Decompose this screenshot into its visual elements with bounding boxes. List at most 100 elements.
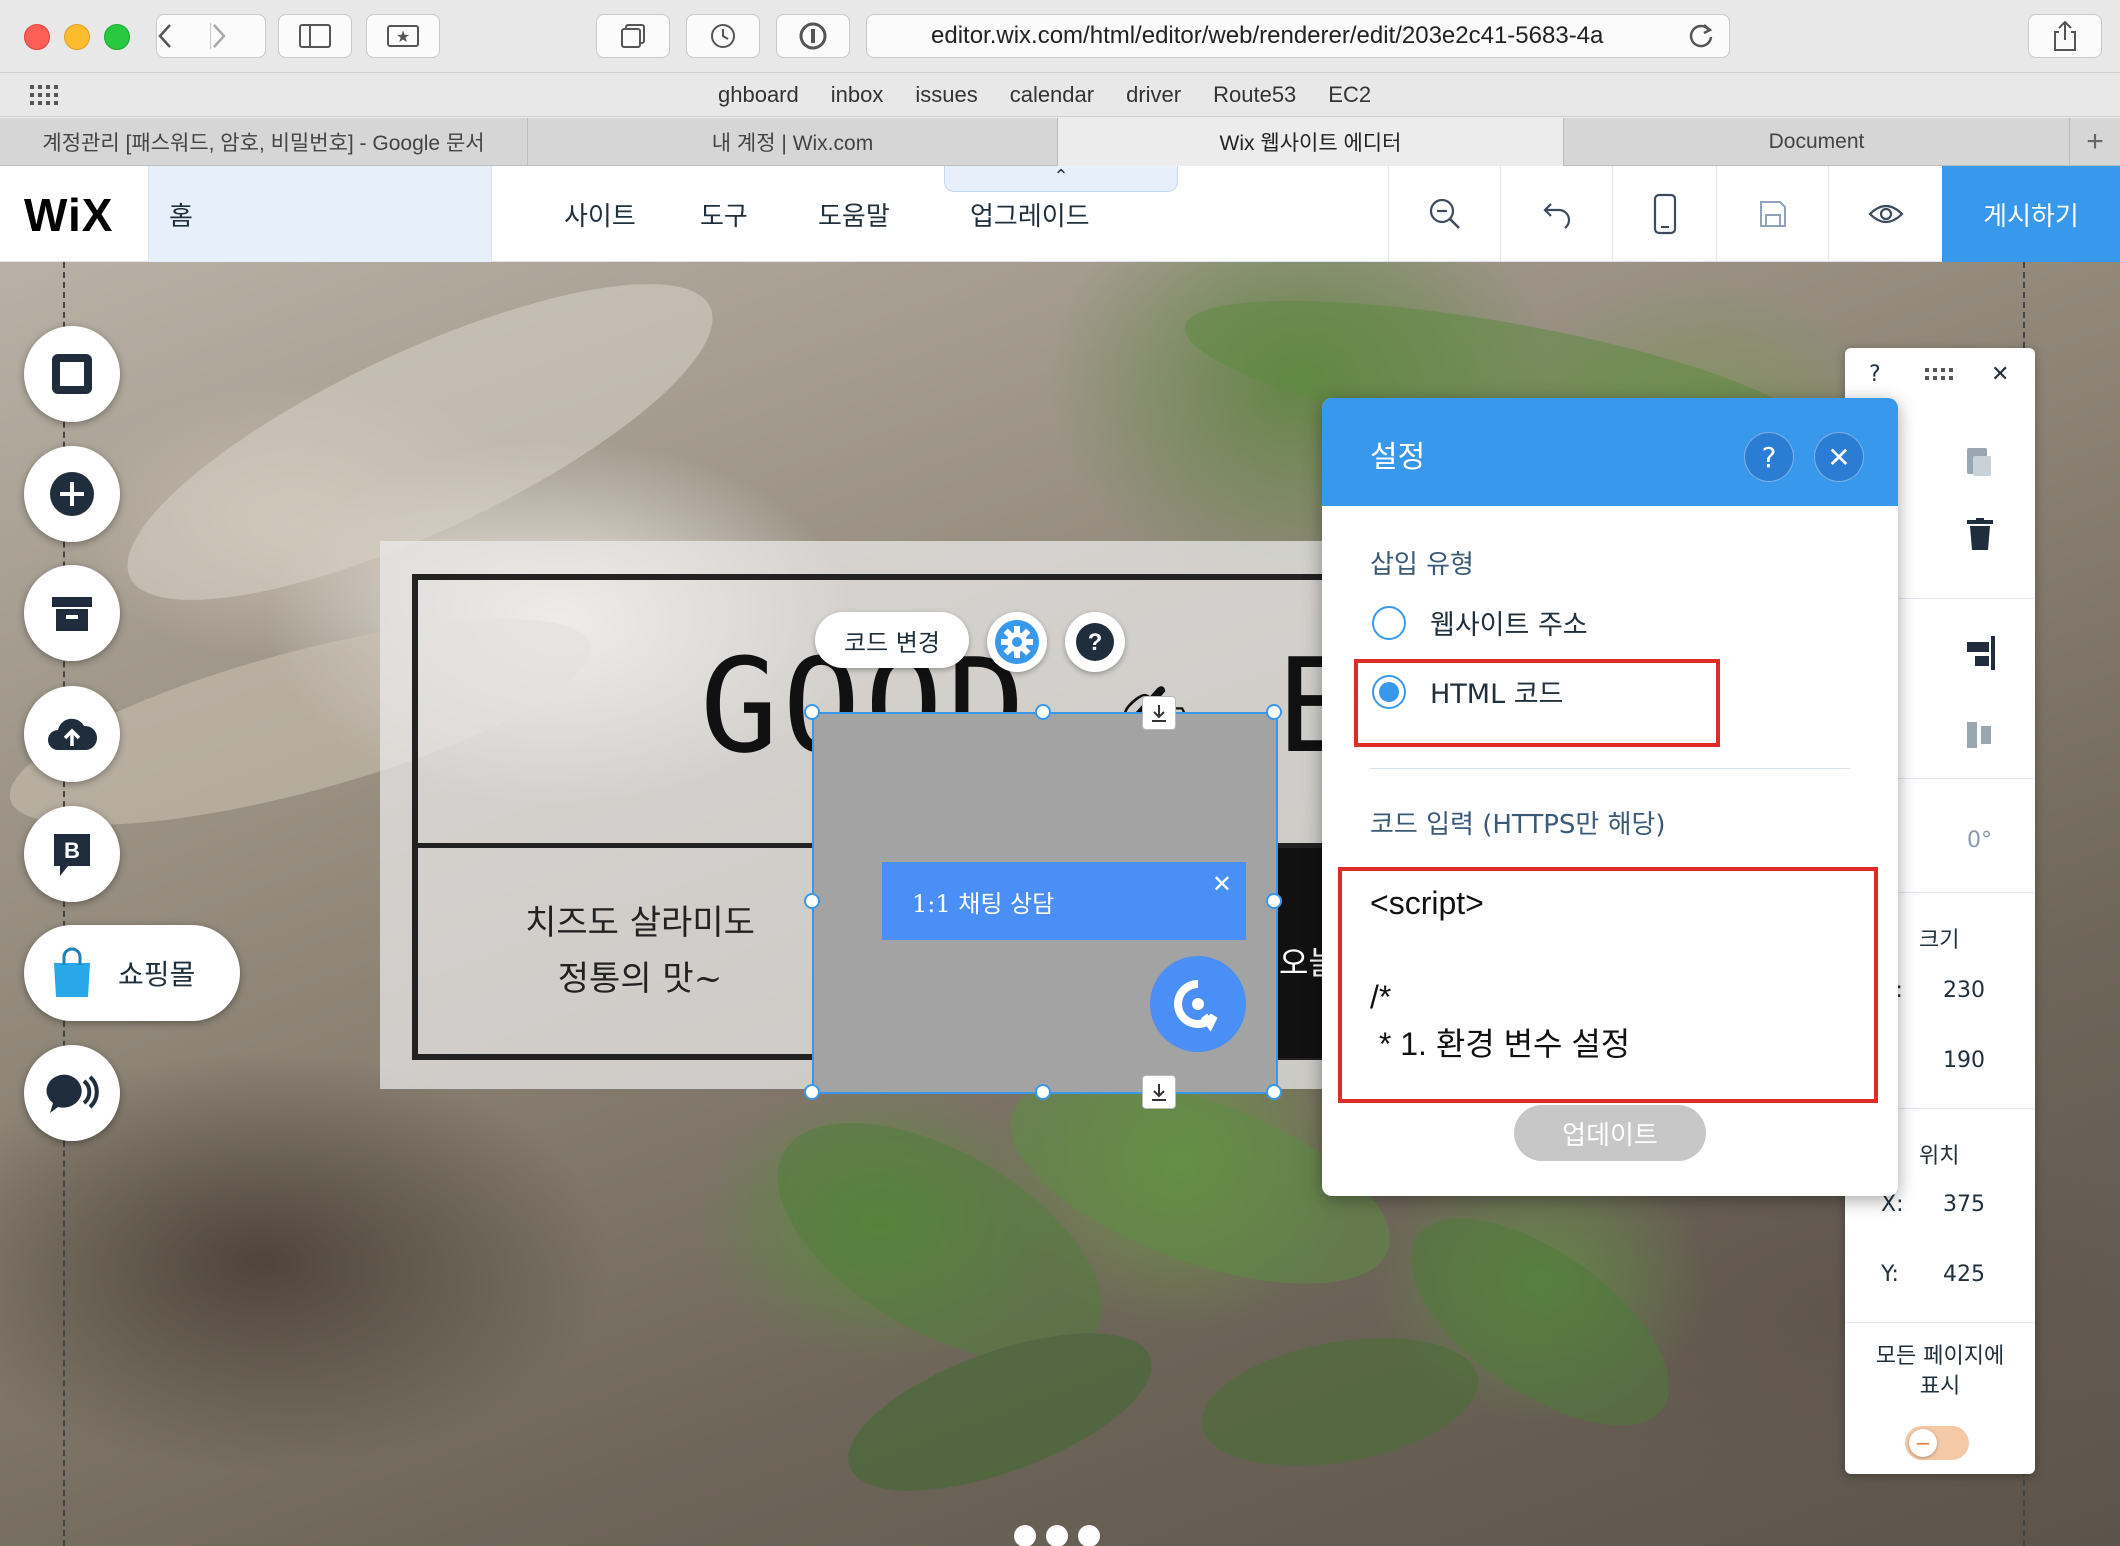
resize-handle[interactable] — [804, 893, 820, 909]
favorite-link[interactable]: ghboard — [718, 82, 799, 108]
favorite-link[interactable]: EC2 — [1328, 82, 1371, 108]
help-icon: ? — [1761, 440, 1777, 474]
inspector-close-icon[interactable]: ✕ — [1991, 362, 2009, 387]
add-button[interactable] — [24, 446, 120, 542]
onepassword-button[interactable] — [776, 14, 850, 58]
option-website-url[interactable]: 웹사이트 주소 — [1372, 603, 1588, 642]
tabs-overview-button[interactable] — [596, 14, 670, 58]
stretch-handle-top[interactable] — [1142, 696, 1176, 730]
resize-handle[interactable] — [1035, 1084, 1051, 1100]
resize-handle[interactable] — [1035, 704, 1051, 720]
share-button[interactable] — [2028, 14, 2102, 58]
collapse-menu-tab[interactable]: ⌃ — [944, 166, 1178, 192]
zoom-out-button[interactable] — [1388, 166, 1500, 262]
drag-handle-icon[interactable] — [1925, 368, 1955, 382]
height-value[interactable]: 190 — [1943, 1048, 1985, 1073]
edit-code-button[interactable]: 코드 변경 — [815, 612, 969, 668]
menu-help[interactable]: 도움말 — [818, 196, 970, 233]
forward-icon[interactable] — [211, 23, 265, 49]
preview-button[interactable] — [1828, 166, 1942, 262]
apps-grid-icon[interactable] — [30, 85, 60, 107]
chat-launcher-button[interactable] — [1150, 956, 1246, 1052]
save-button[interactable] — [1716, 166, 1828, 262]
chat-button[interactable] — [24, 1045, 120, 1141]
mobile-view-button[interactable] — [1612, 166, 1716, 262]
browser-tab[interactable]: 계정관리 [패스워드, 암호, 비밀번호] - Google 문서 — [0, 118, 528, 166]
menu-site[interactable]: 사이트 — [564, 196, 700, 233]
browser-tab-bar: 계정관리 [패스워드, 암호, 비밀번호] - Google 문서 내 계정 |… — [0, 118, 2120, 166]
close-window-button[interactable] — [24, 24, 50, 50]
show-on-all-pages-toggle[interactable]: − — [1905, 1426, 1969, 1460]
slide-dot[interactable] — [1078, 1525, 1100, 1546]
favorite-link[interactable]: calendar — [1010, 82, 1094, 108]
paste-icon[interactable] — [1963, 444, 1993, 478]
inspector-help-icon[interactable]: ? — [1869, 362, 1881, 387]
inspector-divider — [1845, 1322, 2035, 1323]
chat-consult-banner[interactable]: 1:1 채팅 상담 ✕ — [882, 862, 1246, 940]
undo-button[interactable] — [1500, 166, 1612, 262]
background-button[interactable] — [24, 326, 120, 422]
gear-icon — [995, 620, 1039, 664]
sidebar-toggle-button[interactable] — [278, 14, 352, 58]
align-right-icon[interactable] — [1961, 636, 1997, 670]
resize-handle[interactable] — [1266, 893, 1282, 909]
back-forward-buttons[interactable] — [156, 14, 266, 58]
favorite-link[interactable]: driver — [1126, 82, 1181, 108]
app-market-button[interactable] — [24, 565, 120, 661]
distribute-icon[interactable] — [1961, 718, 1997, 752]
rotation-value[interactable]: 0° — [1967, 828, 1992, 853]
square-icon — [52, 354, 92, 394]
chat-banner-close-icon[interactable]: ✕ — [1212, 870, 1232, 898]
y-value[interactable]: 425 — [1943, 1262, 1985, 1287]
new-tab-button[interactable]: + — [2070, 118, 2120, 165]
slide-dot[interactable] — [1014, 1525, 1036, 1546]
browser-tab-active[interactable]: Wix 웹사이트 에디터 — [1058, 118, 1564, 166]
stretch-handle-bottom[interactable] — [1142, 1075, 1176, 1109]
favorite-link[interactable]: inbox — [831, 82, 884, 108]
password-manager-icon — [799, 22, 827, 50]
chevron-up-icon: ⌃ — [1053, 166, 1069, 187]
history-button[interactable] — [686, 14, 760, 58]
resize-handle[interactable] — [1266, 704, 1282, 720]
width-value[interactable]: 230 — [1943, 978, 1985, 1003]
minimize-window-button[interactable] — [64, 24, 90, 50]
bookmarks-button[interactable]: ★ — [366, 14, 440, 58]
download-arrow-icon — [1152, 1084, 1166, 1101]
x-value[interactable]: 375 — [1943, 1192, 1985, 1217]
resize-handle[interactable] — [1266, 1084, 1282, 1100]
browser-tab[interactable]: Document — [1564, 118, 2070, 166]
blog-button[interactable]: B — [24, 806, 120, 902]
trash-icon[interactable] — [1967, 518, 1993, 550]
element-help-button[interactable]: ? — [1065, 612, 1125, 672]
clock-icon — [711, 24, 735, 48]
browser-tab[interactable]: 내 계정 | Wix.com — [528, 118, 1058, 166]
svg-text:?: ? — [1088, 629, 1103, 656]
settings-close-button[interactable]: ✕ — [1814, 432, 1864, 482]
settings-help-button[interactable]: ? — [1744, 432, 1794, 482]
upload-button[interactable] — [24, 686, 120, 782]
favorite-link[interactable]: issues — [915, 82, 977, 108]
resize-handle[interactable] — [804, 1084, 820, 1100]
page-selector[interactable]: 홈 — [148, 166, 492, 262]
menu-upgrade[interactable]: 업그레이드 — [970, 196, 1090, 233]
reload-icon[interactable] — [1687, 21, 1715, 57]
slide-dot[interactable] — [1046, 1525, 1068, 1546]
menu-tools[interactable]: 도구 — [700, 196, 818, 233]
code-input-label: 코드 입력 (HTTPS만 해당) — [1370, 810, 1666, 840]
publish-button[interactable]: 게시하기 — [1942, 166, 2120, 262]
zoom-out-icon — [1429, 198, 1460, 229]
zoom-window-button[interactable] — [104, 24, 130, 50]
site-tagline[interactable]: 치즈도 살라미도 정통의 맛~ — [490, 895, 790, 1007]
resize-handle[interactable] — [804, 704, 820, 720]
url-text[interactable]: editor.wix.com/html/editor/web/renderer/… — [931, 22, 1669, 50]
settings-gear-button[interactable] — [987, 612, 1047, 672]
favorite-link[interactable]: Route53 — [1213, 82, 1296, 108]
close-icon: ✕ — [1827, 440, 1851, 474]
insert-type-label: 삽입 유형 — [1370, 550, 1474, 580]
share-icon — [2054, 20, 2076, 51]
back-icon[interactable] — [157, 23, 211, 49]
address-bar[interactable]: editor.wix.com/html/editor/web/renderer/… — [866, 14, 1730, 58]
update-button[interactable]: 업데이트 — [1514, 1105, 1706, 1161]
online-store-button[interactable]: 쇼핑몰 — [24, 925, 240, 1021]
radio-website-url[interactable] — [1372, 605, 1406, 640]
